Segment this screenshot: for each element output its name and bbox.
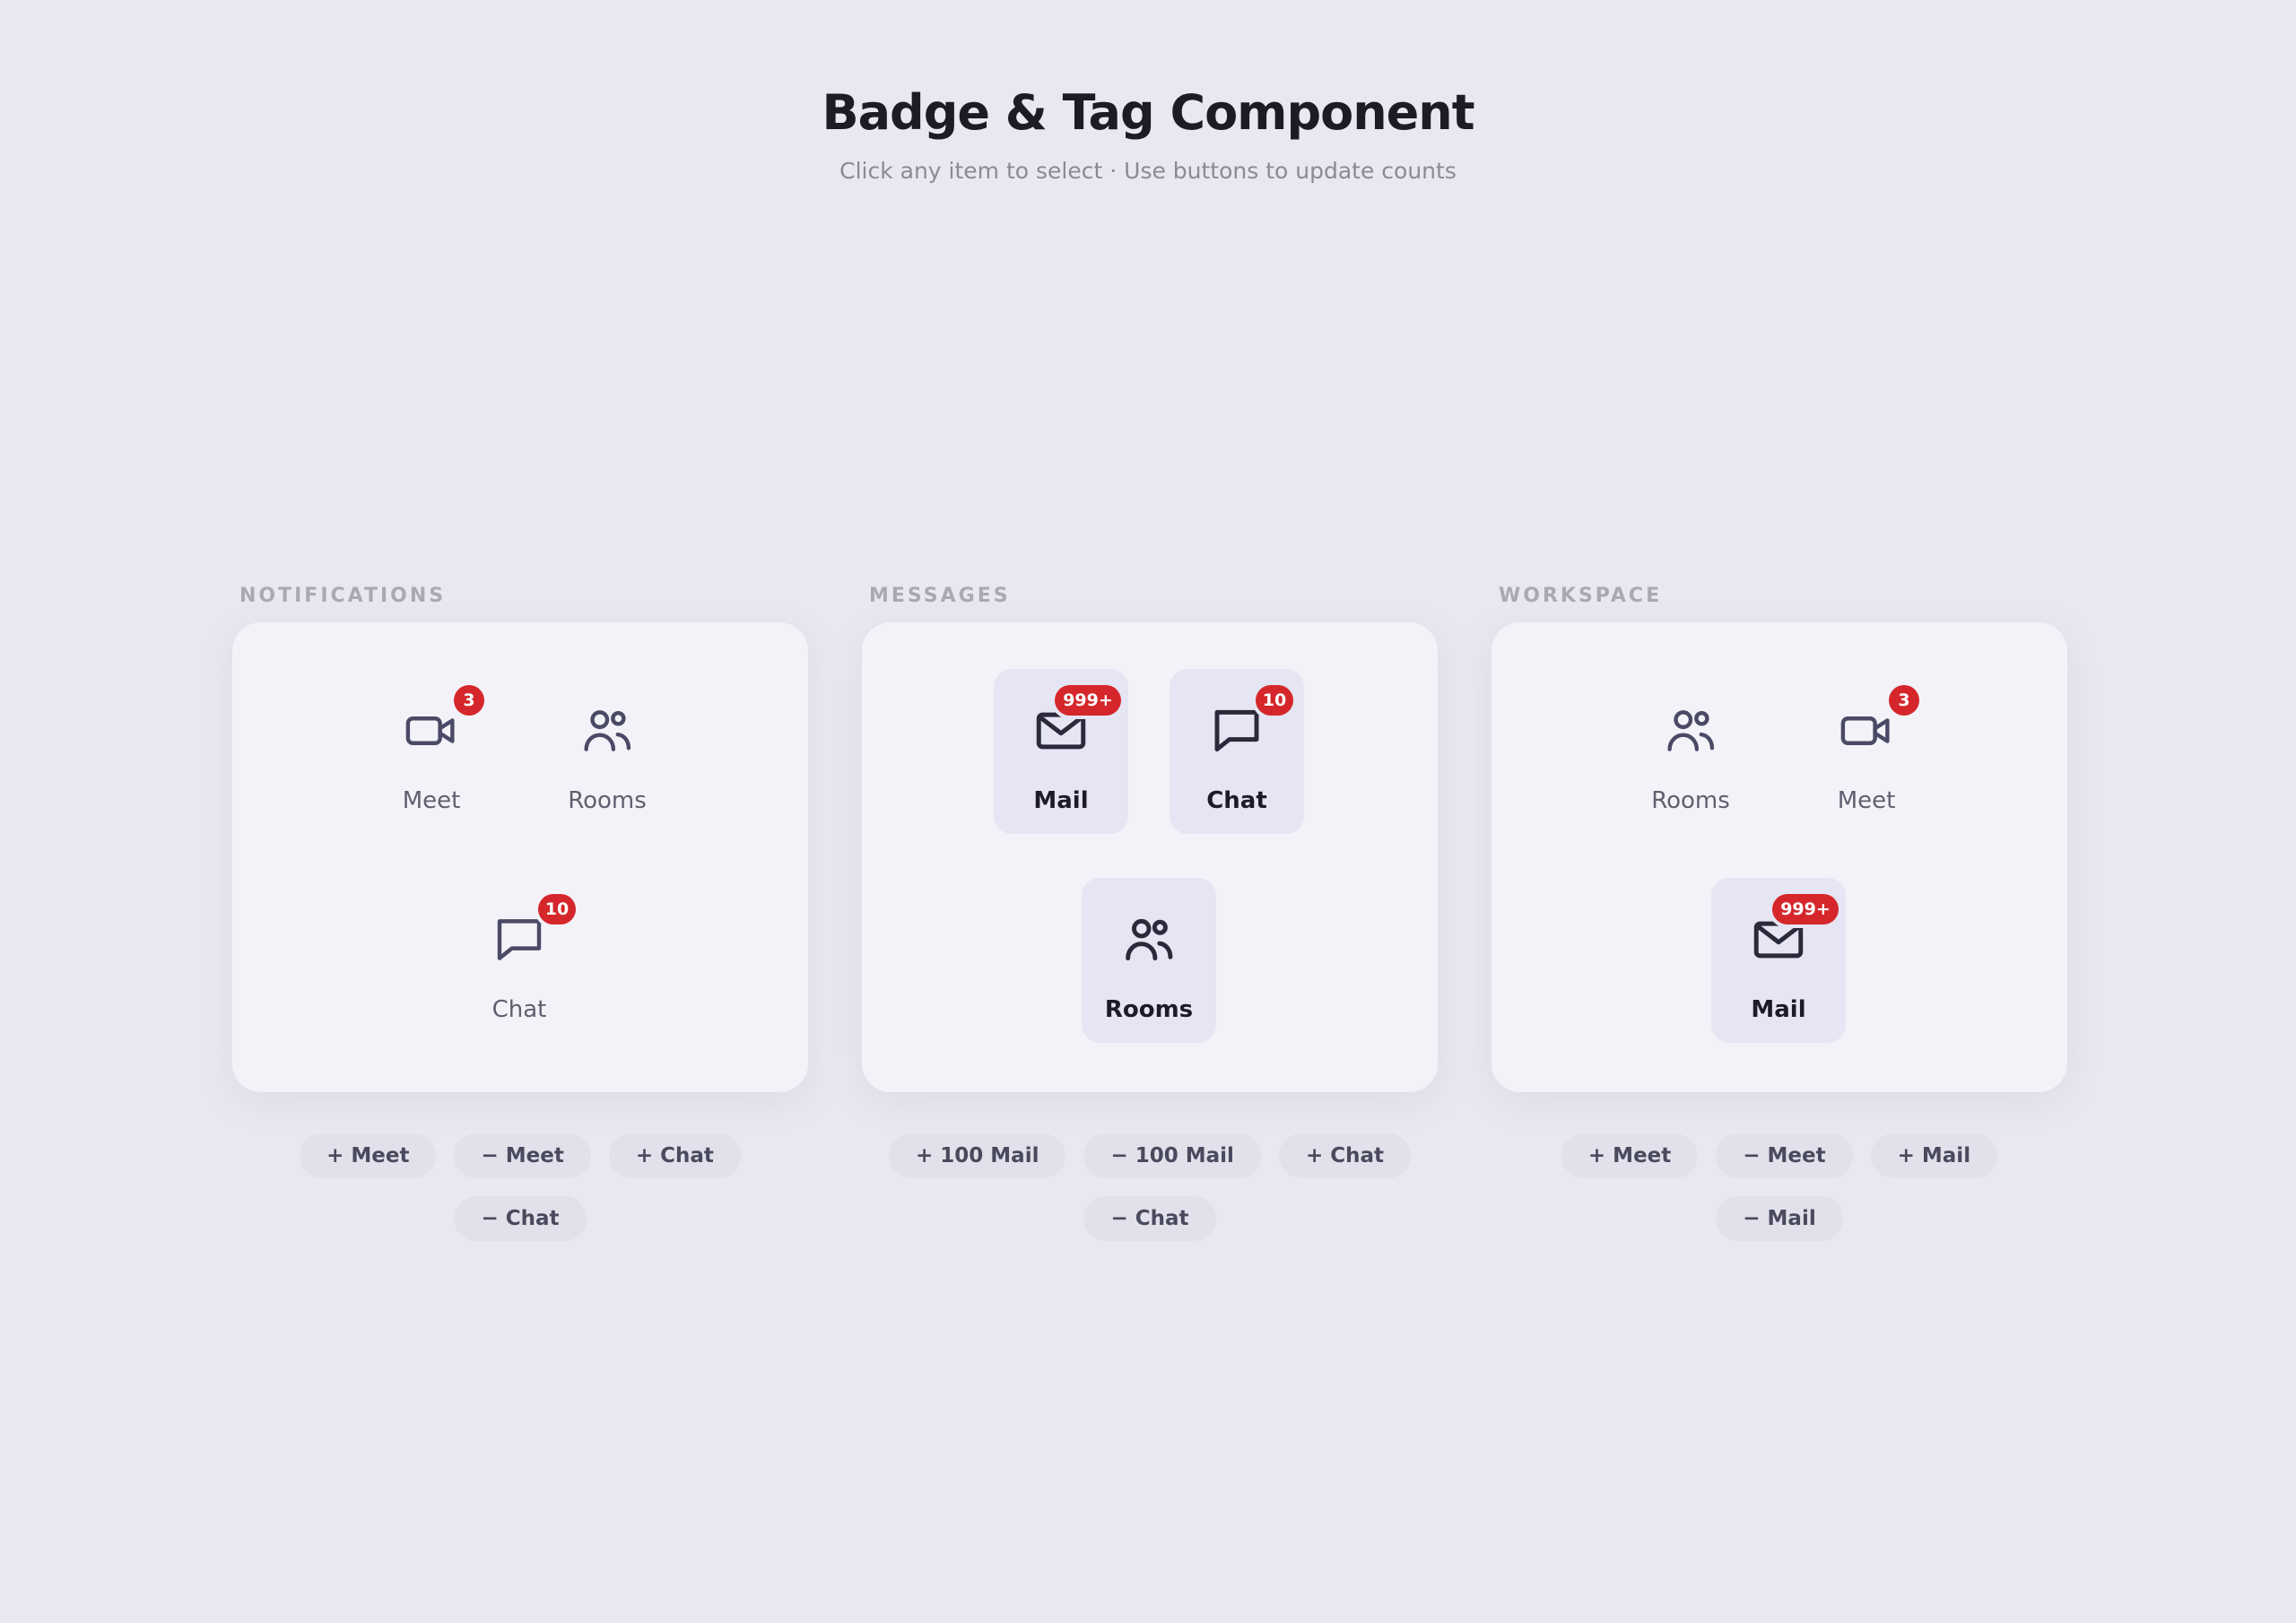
chat-icon	[490, 910, 549, 969]
remove-meet-button[interactable]: − Meet	[454, 1133, 591, 1178]
item-label: Rooms	[568, 787, 647, 814]
people-icon	[1119, 910, 1178, 969]
remove-mail-button[interactable]: − Mail	[1716, 1196, 1843, 1241]
item-label: Chat	[1206, 787, 1267, 814]
badge-card: Rooms 3 Meet 999+ Mail	[1492, 622, 2067, 1092]
count-badge: 999+	[1055, 685, 1121, 716]
item-meet[interactable]: 3 Meet	[364, 669, 499, 834]
count-badge: 10	[1256, 685, 1293, 716]
count-badge: 10	[538, 894, 576, 924]
item-label: Mail	[1751, 996, 1806, 1023]
notifications-controls: + Meet − Meet + Chat − Chat	[232, 1133, 808, 1241]
add-chat-button[interactable]: + Chat	[608, 1133, 741, 1178]
group-label: NOTIFICATIONS	[239, 585, 447, 607]
item-rooms[interactable]: Rooms	[540, 669, 674, 834]
group-workspace: WORKSPACE Rooms 3 Meet 999+ Mail	[1492, 585, 2067, 1092]
remove-meet-button[interactable]: − Meet	[1716, 1133, 1853, 1178]
messages-controls: + 100 Mail − 100 Mail + Chat − Chat	[862, 1133, 1438, 1241]
add-mail-button[interactable]: + Mail	[1870, 1133, 1998, 1178]
item-label: Mail	[1033, 787, 1089, 814]
item-chat[interactable]: 10 Chat	[452, 878, 587, 1043]
item-rooms[interactable]: Rooms	[1623, 669, 1758, 834]
item-mail[interactable]: 999+ Mail	[1711, 878, 1846, 1043]
remove-chat-button[interactable]: − Chat	[1083, 1196, 1216, 1241]
badge-card: 3 Meet Rooms 10 Chat	[232, 622, 808, 1092]
workspace-controls: + Meet − Meet + Mail − Mail	[1492, 1133, 2067, 1241]
remove-100-mail-button[interactable]: − 100 Mail	[1083, 1133, 1261, 1178]
group-messages: MESSAGES 999+ Mail 10 Chat Rooms	[862, 585, 1438, 1092]
item-rooms[interactable]: Rooms	[1082, 878, 1216, 1043]
item-meet[interactable]: 3 Meet	[1799, 669, 1934, 834]
chat-icon	[1207, 701, 1266, 760]
page-subtitle: Click any item to select · Use buttons t…	[839, 158, 1457, 184]
video-icon	[402, 701, 461, 760]
item-mail[interactable]: 999+ Mail	[994, 669, 1128, 834]
badge-card: 999+ Mail 10 Chat Rooms	[862, 622, 1438, 1092]
group-notifications: NOTIFICATIONS 3 Meet Rooms 10 Chat	[232, 585, 808, 1092]
remove-chat-button[interactable]: − Chat	[454, 1196, 587, 1241]
item-label: Meet	[1837, 787, 1896, 814]
people-icon	[1661, 701, 1720, 760]
add-meet-button[interactable]: + Meet	[300, 1133, 437, 1178]
item-label: Chat	[491, 996, 547, 1023]
count-badge: 3	[1889, 685, 1919, 716]
group-label: WORKSPACE	[1499, 585, 1663, 607]
page-title: Badge & Tag Component	[822, 84, 1474, 141]
group-label: MESSAGES	[869, 585, 1011, 607]
video-icon	[1837, 701, 1896, 760]
add-chat-button[interactable]: + Chat	[1278, 1133, 1412, 1178]
people-icon	[578, 701, 637, 760]
page-header: Badge & Tag Component Click any item to …	[0, 81, 2296, 184]
item-label: Rooms	[1104, 996, 1194, 1023]
item-chat[interactable]: 10 Chat	[1170, 669, 1304, 834]
item-label: Rooms	[1651, 787, 1730, 814]
item-label: Meet	[402, 787, 461, 814]
count-badge: 999+	[1772, 894, 1839, 924]
count-badge: 3	[454, 685, 484, 716]
add-100-mail-button[interactable]: + 100 Mail	[888, 1133, 1066, 1178]
add-meet-button[interactable]: + Meet	[1561, 1133, 1699, 1178]
